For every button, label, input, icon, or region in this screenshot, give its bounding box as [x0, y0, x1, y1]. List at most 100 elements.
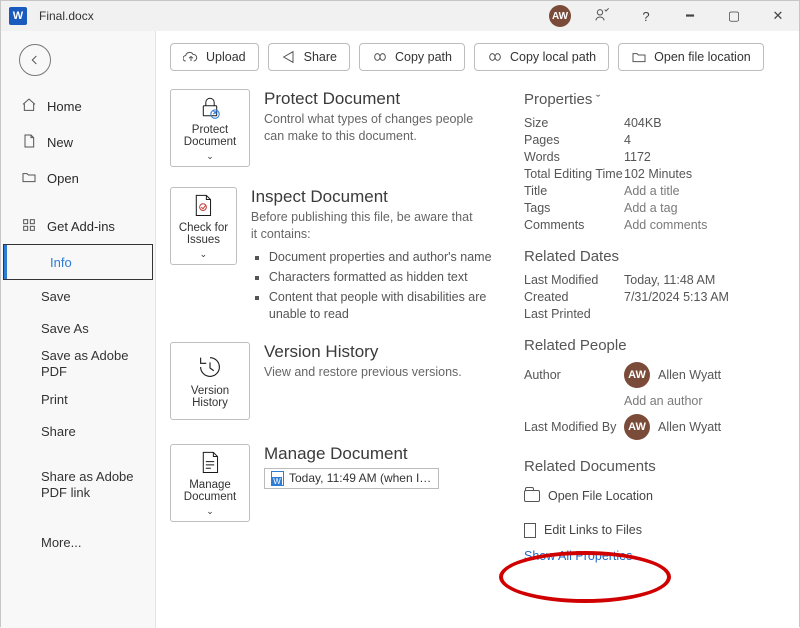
inspect-bullet: Content that people with disabilities ar… [269, 289, 510, 322]
card-label: Version History [175, 385, 245, 410]
manage-document-card[interactable]: Manage Document ⌄ [170, 444, 250, 522]
link-label: Open File Location [548, 489, 653, 503]
sidebar-item-info[interactable]: Info [3, 244, 153, 280]
add-author-link[interactable]: Add an author [624, 394, 703, 408]
avatar: AW [624, 362, 650, 388]
prop-key: Title [524, 184, 624, 198]
prop-key: Last Modified [524, 273, 624, 287]
prop-key: Size [524, 116, 624, 130]
whats-new-icon[interactable] [589, 7, 615, 26]
open-file-location-link[interactable]: Open File Location [524, 483, 783, 509]
properties-heading[interactable]: Properties [524, 91, 783, 108]
prop-value: 1172 [624, 150, 651, 164]
button-label: Open file location [654, 50, 751, 64]
prop-key: Tags [524, 201, 624, 215]
info-left-column: Protect Document ⌄ Protect Document Cont… [170, 89, 510, 563]
prop-value: 7/31/2024 5:13 AM [624, 290, 729, 304]
word-app-icon: W [9, 7, 27, 25]
home-icon [21, 97, 37, 116]
content: Upload Share Copy path Copy local path O… [156, 31, 799, 628]
card-label: Protect Document [175, 124, 245, 149]
sidebar: Home New Open Get Add-ins Info Save Save… [1, 31, 156, 628]
manage-document-heading: Manage Document [264, 444, 439, 464]
close-button[interactable]: ✕ [765, 8, 791, 24]
sidebar-item-save-as-pdf[interactable]: Save as Adobe PDF [1, 344, 155, 383]
prop-key: Pages [524, 133, 624, 147]
back-button[interactable] [19, 44, 51, 76]
prop-value-editable[interactable]: Add a title [624, 184, 680, 198]
sidebar-label: Open [47, 171, 79, 186]
link-label: Edit Links to Files [544, 523, 642, 537]
sidebar-item-share[interactable]: Share [1, 415, 155, 447]
help-icon[interactable]: ? [633, 9, 659, 24]
edit-links-to-files-link[interactable]: Edit Links to Files [524, 517, 783, 543]
inspect-bullet: Characters formatted as hidden text [269, 269, 510, 285]
protect-document-heading: Protect Document [264, 89, 494, 109]
button-label: Share [304, 50, 337, 64]
prop-key: Author [524, 368, 624, 382]
maximize-button[interactable]: ▢ [721, 8, 747, 24]
copy-local-path-button[interactable]: Copy local path [474, 43, 609, 71]
document-link-icon [524, 523, 536, 538]
prop-key: Last Modified By [524, 420, 624, 434]
card-label: Check for Issues [175, 222, 232, 247]
link-label: Show All Properties [524, 549, 632, 563]
open-file-location-button[interactable]: Open file location [618, 43, 764, 71]
top-buttons: Upload Share Copy path Copy local path O… [170, 43, 783, 71]
sidebar-item-print[interactable]: Print [1, 383, 155, 415]
chevron-down-icon: ⌄ [206, 507, 214, 517]
protect-document-card[interactable]: Protect Document ⌄ [170, 89, 250, 167]
prop-key: Comments [524, 218, 624, 232]
upload-button[interactable]: Upload [170, 43, 259, 71]
titlebar: W Final.docx AW ? ━ ▢ ✕ [1, 1, 799, 31]
button-label: Copy path [395, 50, 452, 64]
share-button[interactable]: Share [268, 43, 350, 71]
profile-badge[interactable]: AW [549, 5, 571, 27]
manage-document-version-entry[interactable]: Today, 11:49 AM (when I closed... [264, 468, 439, 489]
check-for-issues-card[interactable]: Check for Issues ⌄ [170, 187, 237, 265]
version-history-heading: Version History [264, 342, 462, 362]
button-label: Copy local path [510, 50, 596, 64]
sidebar-label: Info [50, 255, 72, 270]
sidebar-item-more[interactable]: More... [1, 526, 155, 558]
prop-value: 404KB [624, 116, 662, 130]
addins-icon [21, 217, 37, 236]
sidebar-item-home[interactable]: Home [1, 88, 155, 124]
prop-key: Total Editing Time [524, 167, 624, 181]
main: Home New Open Get Add-ins Info Save Save… [1, 31, 799, 628]
inspect-bullet: Document properties and author's name [269, 249, 510, 265]
author-name: Allen Wyatt [658, 368, 721, 382]
version-entry-label: Today, 11:49 AM (when I closed... [289, 471, 439, 485]
copy-path-button[interactable]: Copy path [359, 43, 465, 71]
related-dates-heading: Related Dates [524, 248, 783, 265]
word-doc-icon [271, 471, 284, 486]
prop-value: 102 Minutes [624, 167, 692, 181]
sidebar-item-save-as[interactable]: Save As [1, 312, 155, 344]
new-icon [21, 133, 37, 152]
prop-value-editable[interactable]: Add comments [624, 218, 707, 232]
minimize-button[interactable]: ━ [677, 8, 703, 24]
prop-key: Last Printed [524, 307, 624, 321]
sidebar-item-open[interactable]: Open [1, 160, 155, 196]
version-history-desc: View and restore previous versions. [264, 364, 462, 381]
show-all-properties-link[interactable]: Show All Properties [524, 549, 783, 563]
prop-value-editable[interactable]: Add a tag [624, 201, 678, 215]
related-documents-heading: Related Documents [524, 458, 783, 475]
sidebar-item-share-as-pdf-link[interactable]: Share as Adobe PDF link [1, 465, 155, 504]
sidebar-item-new[interactable]: New [1, 124, 155, 160]
chevron-down-icon: ⌄ [200, 250, 208, 260]
sidebar-item-save[interactable]: Save [1, 280, 155, 312]
sidebar-item-addins[interactable]: Get Add-ins [1, 208, 155, 244]
prop-key: Words [524, 150, 624, 164]
card-label: Manage Document [175, 479, 245, 504]
prop-key: Created [524, 290, 624, 304]
sidebar-label: More... [41, 535, 81, 550]
chevron-down-icon: ⌄ [206, 152, 214, 162]
sidebar-label: Print [41, 392, 68, 407]
sidebar-label: Share as Adobe PDF link [41, 469, 155, 500]
prop-value: Today, 11:48 AM [624, 273, 715, 287]
inspect-document-desc: Before publishing this file, be aware th… [251, 209, 481, 243]
sidebar-label: New [47, 135, 73, 150]
version-history-card[interactable]: Version History [170, 342, 250, 420]
sidebar-label: Save as Adobe PDF [41, 348, 155, 379]
